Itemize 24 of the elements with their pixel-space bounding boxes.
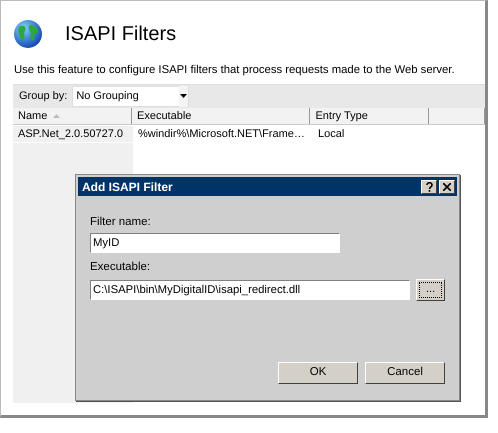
column-header[interactable]: Entry Type bbox=[310, 108, 430, 124]
browse-button[interactable]: ... bbox=[416, 278, 445, 300]
field-label: Filter name: bbox=[90, 215, 152, 230]
cancel-button[interactable]: Cancel bbox=[365, 362, 445, 384]
close-icon bbox=[443, 182, 451, 190]
table-cell-text: Local bbox=[317, 126, 346, 142]
caret-icon bbox=[180, 94, 188, 98]
table-cell: ASP.Net_2.0.50727.0 bbox=[13, 126, 133, 142]
text-field[interactable]: C:\ISAPI\bin\MyDigitalID\isapi_redirect.dll bbox=[90, 280, 410, 300]
text-field[interactable]: MyID bbox=[90, 233, 340, 254]
dialog-title: Add ISAPI Filter bbox=[82, 178, 174, 196]
help-button[interactable] bbox=[421, 180, 437, 194]
group-by-label: Group by: bbox=[19, 89, 68, 104]
field-label: Executable: bbox=[90, 260, 152, 276]
table-cell-text: %windir%\Microsoft.NET\Frame… bbox=[137, 126, 306, 142]
close-button[interactable] bbox=[439, 180, 455, 194]
column-header[interactable]: Executable bbox=[132, 108, 310, 124]
ok-button[interactable]: OK bbox=[278, 362, 358, 384]
globe-icon bbox=[13, 19, 43, 49]
help-icon bbox=[426, 182, 432, 192]
group-by-dropdown[interactable]: No Grouping bbox=[72, 86, 190, 107]
page-title: ISAPI Filters bbox=[65, 22, 176, 47]
description-text: Use this feature to configure ISAPI filters that process requests made to the Web server. bbox=[13, 63, 456, 78]
column-header[interactable]: Name bbox=[13, 108, 132, 124]
